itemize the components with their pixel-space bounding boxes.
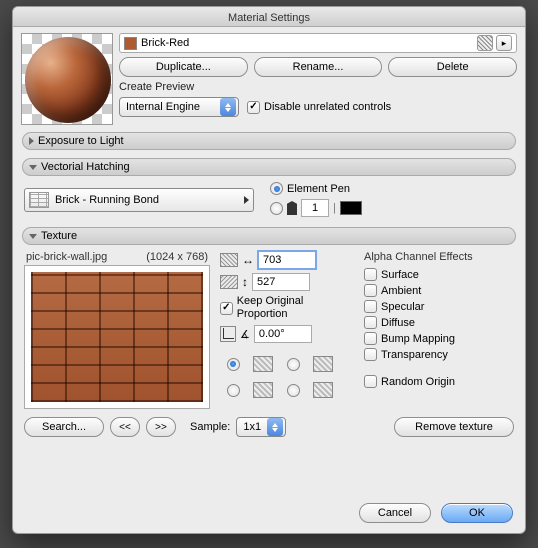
element-pen-label: Element Pen bbox=[287, 183, 350, 195]
hatch-pattern-select[interactable]: Brick - Running Bond bbox=[24, 188, 254, 212]
exposure-title: Exposure to Light bbox=[38, 135, 124, 147]
width-icon bbox=[220, 253, 238, 267]
alpha-ambient-checkbox[interactable]: Ambient bbox=[364, 284, 514, 297]
delete-button[interactable]: Delete bbox=[388, 57, 517, 77]
next-texture-button[interactable]: >> bbox=[146, 417, 176, 437]
checkbox-icon bbox=[220, 302, 233, 315]
angle-icon bbox=[220, 326, 236, 342]
tile-radio-4[interactable] bbox=[287, 384, 300, 397]
hatching-title: Vectorial Hatching bbox=[41, 161, 130, 173]
texture-title: Texture bbox=[41, 230, 77, 242]
pen-icon bbox=[287, 201, 297, 215]
disclosure-down-icon bbox=[29, 165, 37, 170]
height-icon bbox=[220, 275, 238, 289]
tile-radio-2[interactable] bbox=[287, 358, 300, 371]
alpha-effects-label: Alpha Channel Effects bbox=[364, 251, 514, 263]
disclosure-right-icon bbox=[29, 137, 34, 145]
texture-preview bbox=[24, 265, 210, 409]
engine-select-value: Internal Engine bbox=[126, 101, 220, 113]
checkbox-icon bbox=[247, 101, 260, 114]
alpha-transparency-checkbox[interactable]: Transparency bbox=[364, 348, 514, 361]
brick-texture-image bbox=[31, 272, 203, 402]
pen-number-field[interactable] bbox=[301, 199, 329, 217]
radio-off-icon bbox=[270, 202, 283, 215]
material-pattern-icon[interactable] bbox=[477, 35, 493, 51]
texture-filename: pic-brick-wall.jpg bbox=[26, 251, 107, 263]
alpha-specular-checkbox[interactable]: Specular bbox=[364, 300, 514, 313]
random-origin-checkbox[interactable]: Random Origin bbox=[364, 375, 514, 388]
material-name-field[interactable]: ▸ bbox=[119, 33, 517, 53]
ok-button[interactable]: OK bbox=[441, 503, 513, 523]
disclosure-down-icon bbox=[29, 234, 37, 239]
texture-dimensions: (1024 x 768) bbox=[146, 251, 208, 263]
pen-color-swatch[interactable] bbox=[340, 201, 362, 215]
material-settings-window: Material Settings ▸ Duplicate... Rename.… bbox=[12, 6, 526, 534]
preview-sphere bbox=[25, 37, 111, 123]
alpha-bump-checkbox[interactable]: Bump Mapping bbox=[364, 332, 514, 345]
custom-pen-radio[interactable]: | bbox=[270, 199, 362, 217]
window-title: Material Settings bbox=[228, 12, 310, 24]
duplicate-button[interactable]: Duplicate... bbox=[119, 57, 248, 77]
remove-texture-button[interactable]: Remove texture bbox=[394, 417, 514, 437]
engine-select[interactable]: Internal Engine bbox=[119, 97, 239, 117]
tile-thumb-3 bbox=[253, 382, 273, 398]
cancel-button[interactable]: Cancel bbox=[359, 503, 431, 523]
select-arrows-icon bbox=[220, 98, 236, 116]
sample-select[interactable]: 1x1 bbox=[236, 417, 286, 437]
tile-mode-grid bbox=[220, 353, 354, 401]
material-color-swatch[interactable] bbox=[124, 37, 137, 50]
radio-on-icon bbox=[270, 182, 283, 195]
disable-unrelated-label: Disable unrelated controls bbox=[264, 101, 391, 113]
material-menu-icon[interactable]: ▸ bbox=[496, 35, 512, 51]
chevron-right-icon bbox=[244, 196, 249, 204]
hatch-thumb-icon bbox=[29, 192, 49, 208]
select-arrows-icon bbox=[267, 418, 283, 436]
sample-value: 1x1 bbox=[243, 421, 267, 433]
titlebar: Material Settings bbox=[13, 7, 525, 27]
keep-proportion-label: Keep Original Proportion bbox=[237, 295, 354, 321]
disable-unrelated-checkbox[interactable]: Disable unrelated controls bbox=[247, 101, 391, 114]
material-preview bbox=[21, 33, 113, 125]
texture-section-header[interactable]: Texture bbox=[22, 227, 516, 245]
tile-thumb-2 bbox=[313, 356, 333, 372]
material-name-input[interactable] bbox=[141, 37, 473, 49]
keep-proportion-checkbox[interactable]: Keep Original Proportion bbox=[220, 295, 354, 321]
texture-width-field[interactable] bbox=[258, 251, 316, 269]
tile-radio-1[interactable] bbox=[227, 358, 240, 371]
prev-texture-button[interactable]: << bbox=[110, 417, 140, 437]
exposure-section-header[interactable]: Exposure to Light bbox=[22, 132, 516, 150]
hatching-section-header[interactable]: Vectorial Hatching bbox=[22, 158, 516, 176]
create-preview-label: Create Preview bbox=[119, 81, 517, 93]
tile-radio-3[interactable] bbox=[227, 384, 240, 397]
hatch-pattern-value: Brick - Running Bond bbox=[55, 194, 159, 206]
alpha-diffuse-checkbox[interactable]: Diffuse bbox=[364, 316, 514, 329]
texture-height-field[interactable] bbox=[252, 273, 310, 291]
rename-button[interactable]: Rename... bbox=[254, 57, 383, 77]
element-pen-radio[interactable]: Element Pen bbox=[270, 182, 362, 195]
tile-thumb-1 bbox=[253, 356, 273, 372]
alpha-surface-checkbox[interactable]: Surface bbox=[364, 268, 514, 281]
texture-angle-field[interactable] bbox=[254, 325, 312, 343]
search-button[interactable]: Search... bbox=[24, 417, 104, 437]
tile-thumb-4 bbox=[313, 382, 333, 398]
sample-label: Sample: bbox=[190, 421, 230, 433]
